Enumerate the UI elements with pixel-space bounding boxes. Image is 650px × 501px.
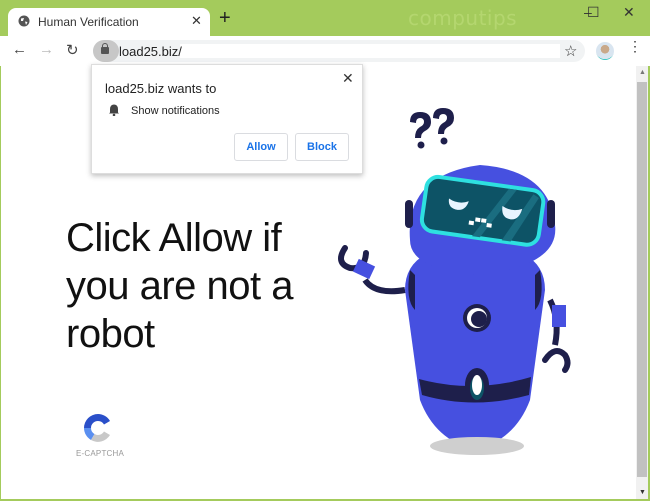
close-window-button[interactable]: ✕ (623, 4, 635, 21)
url-field-bg (180, 44, 560, 58)
browser-tab[interactable]: Human Verification ✕ (8, 8, 210, 36)
scrollbar-thumb[interactable] (637, 82, 647, 477)
title-bar: Human Verification ✕ + computips – ☐ ✕ (0, 0, 650, 36)
bookmark-star-icon[interactable]: ☆ (564, 42, 577, 60)
tab-close-icon[interactable]: ✕ (191, 13, 202, 29)
maximize-glyph[interactable]: ☐ (587, 4, 600, 21)
vertical-scrollbar[interactable]: ▲ ▼ (636, 66, 648, 499)
bell-icon (109, 104, 119, 116)
robot-illustration (338, 108, 571, 455)
allow-button[interactable]: Allow (234, 133, 288, 161)
globe-icon (18, 15, 30, 27)
block-button[interactable]: Block (295, 133, 349, 161)
menu-icon[interactable]: ⋮ (628, 39, 642, 53)
question-marks (410, 108, 454, 149)
profile-avatar[interactable] (596, 42, 614, 60)
robot-shadow (430, 437, 524, 455)
captcha-logo-icon (84, 414, 110, 442)
popup-close-icon[interactable]: ✕ (342, 70, 354, 87)
left-arm (362, 278, 406, 295)
tab-title: Human Verification (38, 15, 139, 29)
lock-icon (101, 43, 109, 54)
headline: Click Allow if you are not a robot (66, 216, 294, 356)
back-button[interactable]: ← (12, 41, 27, 58)
forward-button[interactable]: → (39, 41, 54, 58)
reload-button[interactable]: ↻ (66, 41, 79, 59)
popup-title: load25.biz wants to (105, 81, 217, 96)
permission-text: Show notifications (131, 105, 220, 117)
notification-permission-popup: load25.biz wants to ✕ Show notifications… (91, 64, 363, 174)
url-text[interactable]: load25.biz/ (119, 44, 182, 59)
new-tab-button[interactable]: + (219, 8, 231, 28)
scroll-up-arrow-icon[interactable]: ▲ (639, 69, 646, 76)
robot-body (405, 245, 545, 450)
watermark: computips (408, 6, 518, 30)
browser-toolbar: ← → ↻ load25.biz/ ☆ ⋮ (0, 36, 650, 66)
captcha-label: E-CAPTCHA (76, 449, 125, 458)
scroll-down-arrow-icon[interactable]: ▼ (639, 489, 646, 496)
